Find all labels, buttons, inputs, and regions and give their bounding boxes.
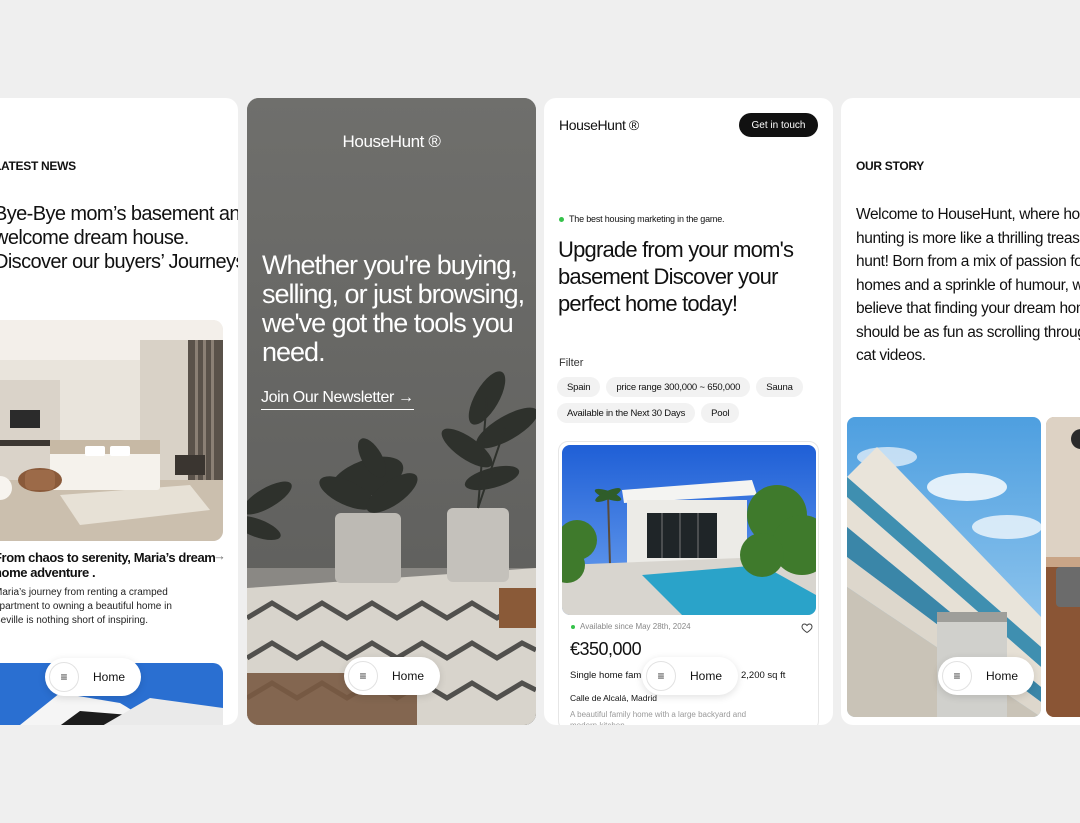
tagline: The best housing marketing in the game. bbox=[559, 214, 724, 224]
filter-chips: Spain price range 300,000 ~ 650,000 Saun… bbox=[557, 377, 827, 423]
availability: Available since May 28th, 2024 bbox=[571, 622, 691, 631]
filter-chip-sauna[interactable]: Sauna bbox=[756, 377, 803, 397]
arrow-right-icon[interactable]: → bbox=[213, 548, 226, 563]
menu-icon[interactable]: ≡ bbox=[942, 661, 972, 691]
news-screen: LATEST NEWS Bye-Bye mom’s basement and w… bbox=[0, 98, 238, 725]
newsletter-headline: Whether you're buying, selling, or just … bbox=[262, 250, 525, 367]
filter-chip-pool[interactable]: Pool bbox=[701, 403, 740, 423]
bottom-nav[interactable]: ≡ Home bbox=[45, 658, 141, 696]
villa-image[interactable] bbox=[562, 445, 816, 615]
bottom-nav[interactable]: ≡ Home bbox=[938, 657, 1034, 695]
listing-screen: HouseHunt ® Get in touch The best housin… bbox=[544, 98, 833, 725]
filter-label: Filter bbox=[559, 357, 584, 369]
listing-description: A beautiful family home with a large bac… bbox=[570, 710, 747, 725]
listing-headline: Upgrade from your mom's basement Discove… bbox=[558, 237, 794, 316]
menu-icon[interactable]: ≡ bbox=[348, 661, 378, 691]
section-label: LATEST NEWS bbox=[0, 159, 76, 173]
square-footage: 2,200 sq ft bbox=[741, 670, 786, 681]
story-text: Welcome to HouseHunt, where house huntin… bbox=[856, 206, 1080, 364]
newsletter-screen: HouseHunt ® Whether you're buying, selli… bbox=[247, 98, 536, 725]
plants-background bbox=[247, 98, 536, 725]
bedroom-image[interactable] bbox=[0, 320, 223, 541]
listing-price: €350,000 bbox=[570, 639, 642, 659]
nav-home-label[interactable]: Home bbox=[93, 670, 125, 684]
status-dot-icon bbox=[559, 216, 564, 222]
brand-logo[interactable]: HouseHunt ® bbox=[559, 117, 639, 133]
status-dot-icon bbox=[571, 624, 575, 629]
newsletter-link[interactable]: Join Our Newsletter → bbox=[261, 389, 414, 410]
interior-image[interactable] bbox=[1046, 417, 1080, 717]
tagline-text: The best housing marketing in the game. bbox=[569, 214, 725, 224]
story-card-description: Maria’s journey from renting a cramped a… bbox=[0, 587, 172, 626]
menu-icon[interactable]: ≡ bbox=[646, 661, 676, 691]
filter-chip-spain[interactable]: Spain bbox=[557, 377, 601, 397]
nav-home-label[interactable]: Home bbox=[392, 669, 424, 683]
news-headline: Bye-Bye mom’s basement and welcome dream… bbox=[0, 203, 238, 273]
nav-home-label[interactable]: Home bbox=[690, 669, 722, 683]
filter-chip-price-range[interactable]: price range 300,000 ~ 650,000 bbox=[606, 377, 751, 397]
property-type: Single home fam bbox=[570, 670, 642, 681]
story-card-title[interactable]: From chaos to serenity, Maria’s dream ho… bbox=[0, 550, 219, 580]
bottom-nav[interactable]: ≡ Home bbox=[344, 657, 440, 695]
menu-icon[interactable]: ≡ bbox=[49, 662, 79, 692]
availability-text: Available since May 28th, 2024 bbox=[580, 622, 691, 631]
story-screen: OUR STORY Welcome to HouseHunt, where ho… bbox=[841, 98, 1080, 725]
filter-chip-availability[interactable]: Available in the Next 30 Days bbox=[557, 403, 696, 423]
section-label: OUR STORY bbox=[856, 159, 924, 173]
nav-home-label[interactable]: Home bbox=[986, 669, 1018, 683]
brand-logo[interactable]: HouseHunt ® bbox=[247, 132, 536, 152]
get-in-touch-button[interactable]: Get in touch bbox=[739, 113, 818, 137]
listing-address: Calle de Alcalá, Madrid bbox=[570, 693, 657, 703]
bottom-nav[interactable]: ≡ Home bbox=[642, 657, 738, 695]
heart-icon[interactable] bbox=[801, 622, 813, 634]
